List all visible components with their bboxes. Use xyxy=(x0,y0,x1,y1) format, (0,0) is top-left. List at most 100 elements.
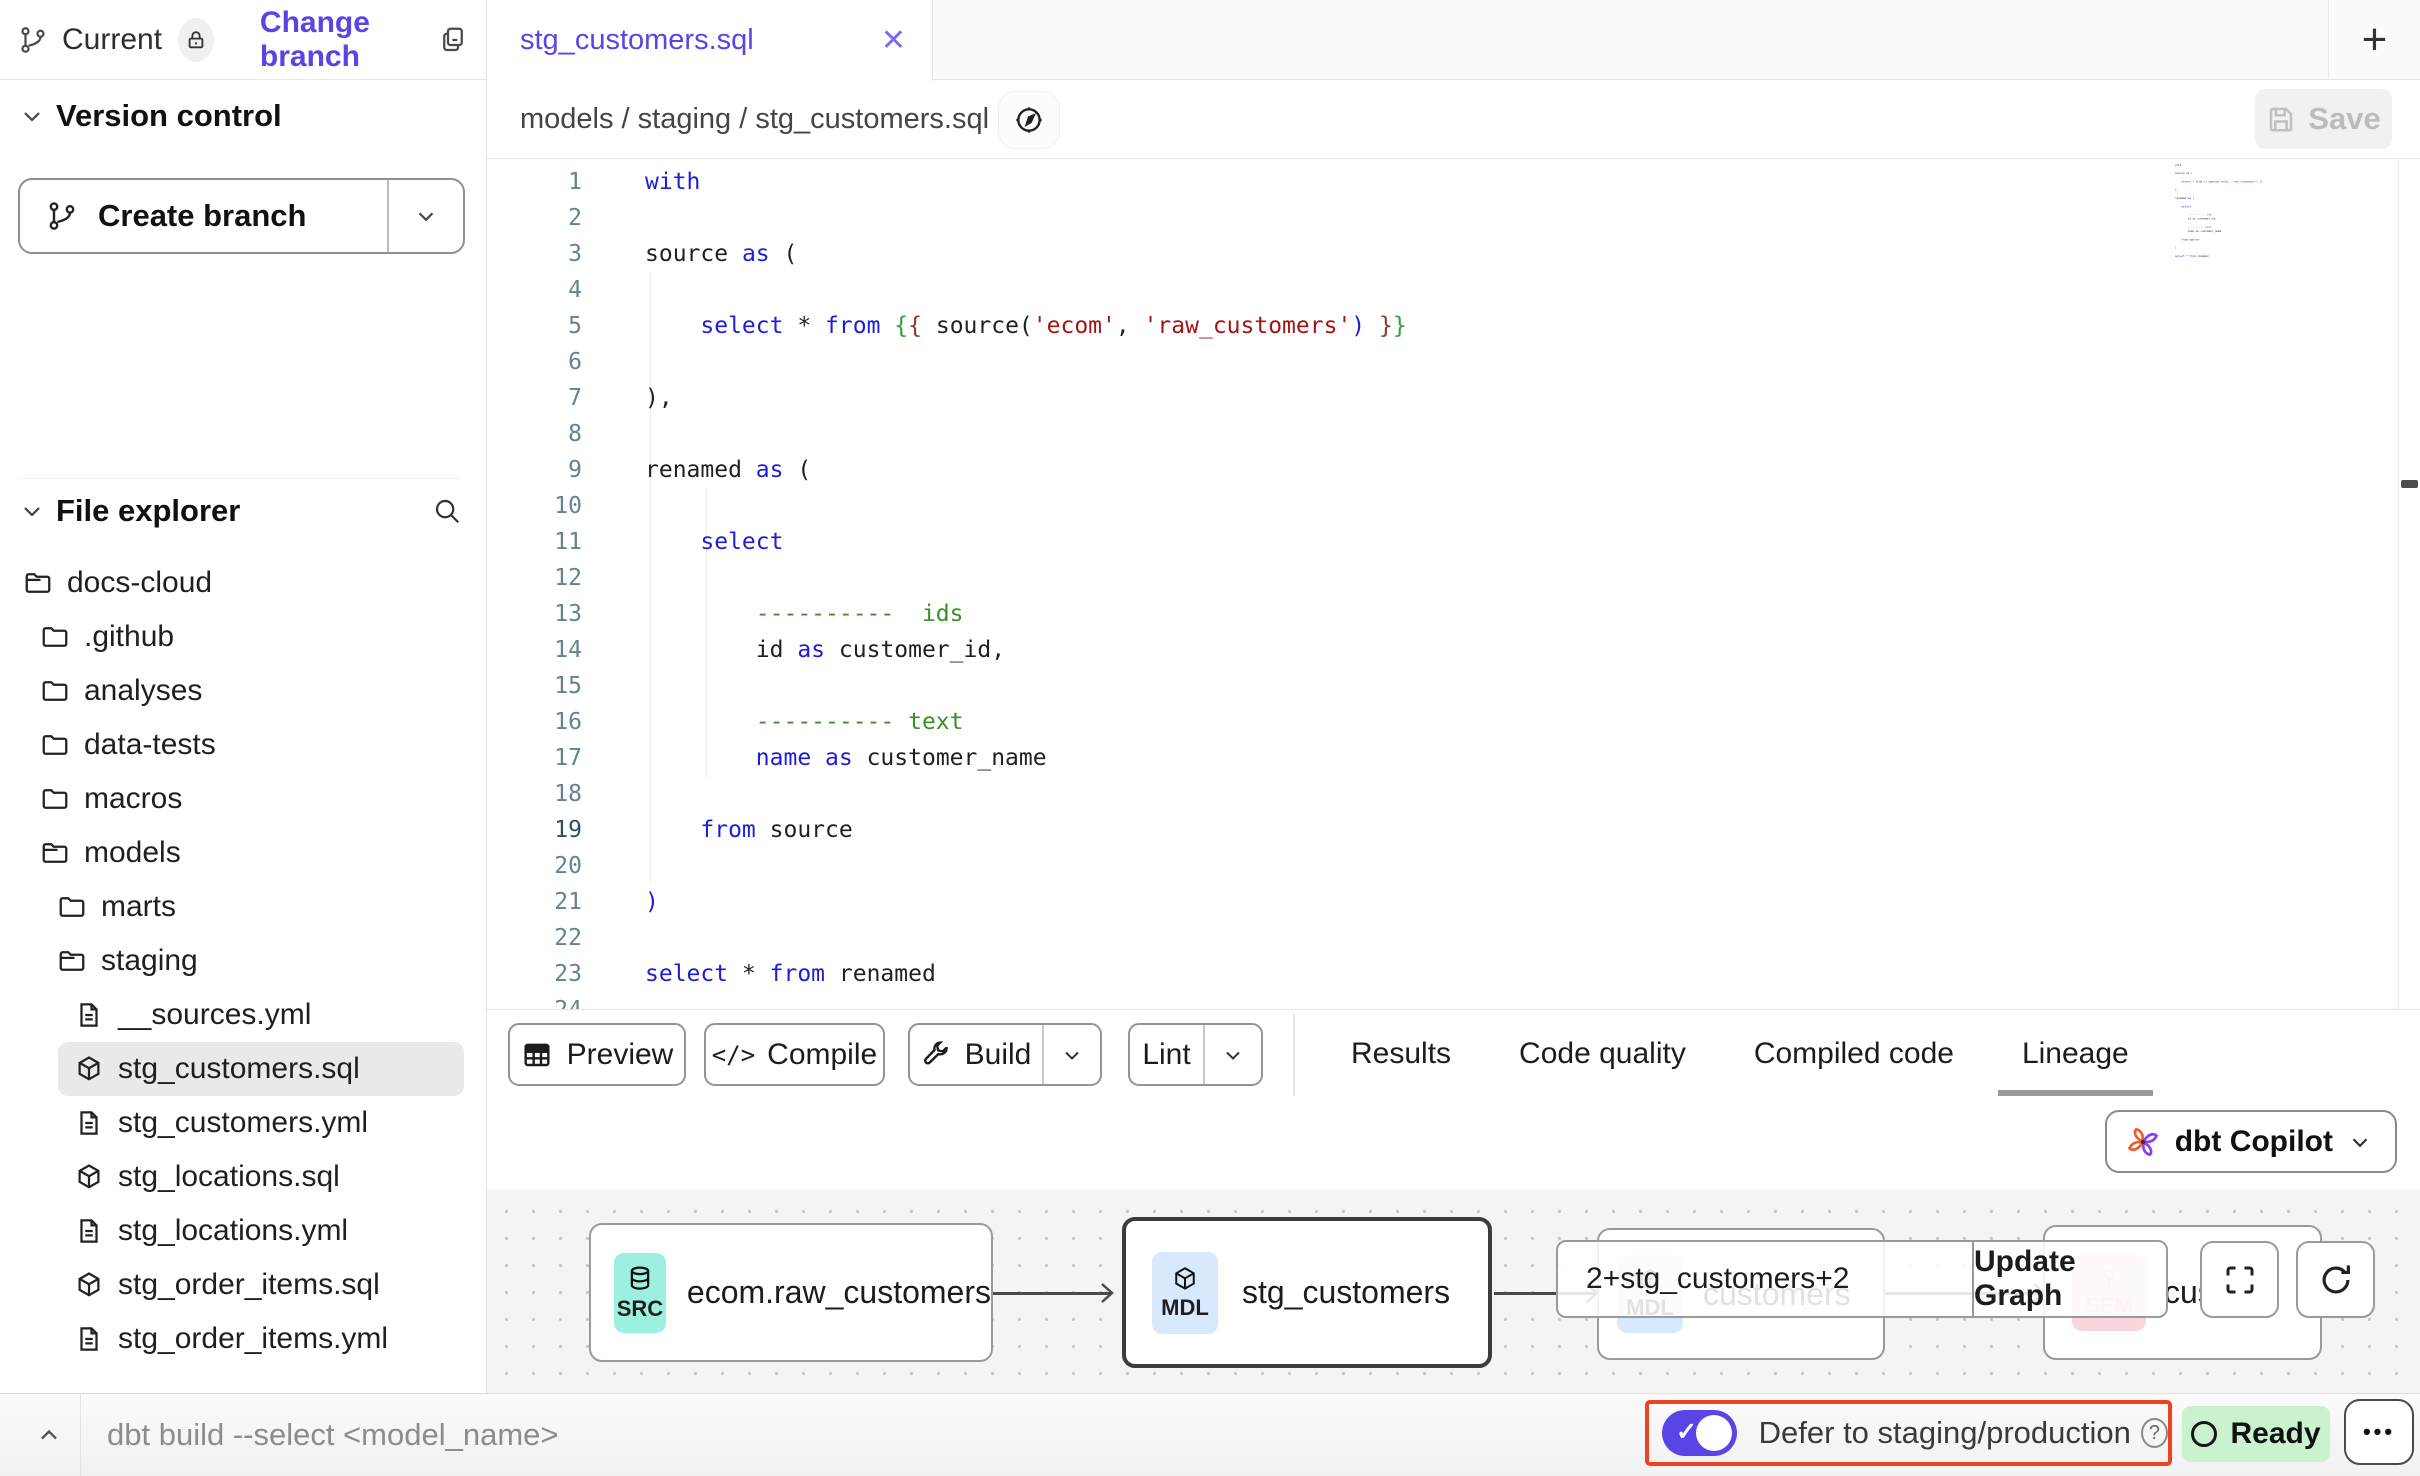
panel-tab-code-quality[interactable]: Code quality xyxy=(1513,1037,1692,1071)
editor-scrollbar[interactable] xyxy=(2398,159,2420,1009)
current-branch-label: Current xyxy=(62,23,162,57)
code-line xyxy=(645,200,2390,236)
panel-tab-results[interactable]: Results xyxy=(1345,1037,1457,1071)
scrollbar-thumb[interactable] xyxy=(2401,480,2418,488)
chevron-down-icon xyxy=(2347,1129,2373,1155)
chevron-down-icon xyxy=(20,499,44,523)
create-branch-dropdown[interactable] xyxy=(387,180,463,252)
save-button[interactable]: Save xyxy=(2255,89,2392,149)
line-number: 11 xyxy=(487,524,582,560)
lock-icon xyxy=(185,29,207,51)
code-editor[interactable]: 123456789101112131415161718192021222324 … xyxy=(487,159,2420,1009)
badge-label: SRC xyxy=(617,1296,663,1322)
file-tree-item-stg-customers-sql[interactable]: stg_customers.sql xyxy=(58,1042,464,1096)
code-line xyxy=(645,344,2390,380)
save-label: Save xyxy=(2308,101,2380,137)
badge-label: MDL xyxy=(1161,1295,1209,1321)
git-branch-icon xyxy=(18,25,48,55)
toolbar-divider xyxy=(1293,1014,1295,1096)
close-icon[interactable]: ✕ xyxy=(881,26,906,56)
version-control-header[interactable]: Version control xyxy=(20,98,466,134)
file-tree-item-stg-locations-sql[interactable]: stg_locations.sql xyxy=(0,1150,478,1204)
code-icon: </> xyxy=(712,1041,755,1069)
compile-label: Compile xyxy=(767,1038,877,1072)
refresh-icon xyxy=(2317,1261,2355,1299)
status-label: Ready xyxy=(2230,1417,2320,1451)
copy-icon[interactable] xyxy=(438,25,468,55)
file-tree-item--sources-yml[interactable]: __sources.yml xyxy=(0,988,478,1042)
line-number: 2 xyxy=(487,200,582,236)
defer-label: Defer to staging/production xyxy=(1759,1415,2131,1451)
build-button[interactable]: Build xyxy=(910,1025,1042,1084)
wrench-icon xyxy=(921,1040,951,1070)
code-content[interactable]: withsource as ( select * from {{ source(… xyxy=(645,164,2390,1009)
command-bar: ✓ Defer to staging/production ? Ready ••… xyxy=(0,1393,2420,1476)
file-tree-item-data-tests[interactable]: data-tests xyxy=(0,718,478,772)
file-explorer-header[interactable]: File explorer xyxy=(20,478,462,529)
tab-label: stg_customers.sql xyxy=(520,24,754,57)
line-number: 4 xyxy=(487,272,582,308)
line-number: 1 xyxy=(487,164,582,200)
preview-label: Preview xyxy=(567,1038,674,1072)
file-tree-item-stg-order-items-yml[interactable]: stg_order_items.yml xyxy=(0,1312,478,1366)
tab-stg-customers-sql[interactable]: stg_customers.sql ✕ xyxy=(487,0,933,81)
save-icon xyxy=(2266,104,2296,134)
chevron-down-icon xyxy=(413,203,439,229)
code-line: ---------- text xyxy=(645,704,2390,740)
file-tree-item-analyses[interactable]: analyses xyxy=(0,664,478,718)
code-line xyxy=(645,560,2390,596)
lineage-node-ecom-raw-customers[interactable]: SRC ecom.raw_customers xyxy=(589,1223,993,1362)
panel-tab-lineage[interactable]: Lineage xyxy=(2016,1037,2135,1071)
folder-open-icon xyxy=(23,568,53,598)
file-tree-item-stg-locations-yml[interactable]: stg_locations.yml xyxy=(0,1204,478,1258)
dbt-copilot-button[interactable]: dbt Copilot xyxy=(2105,1110,2397,1173)
fullscreen-button[interactable] xyxy=(2200,1241,2279,1318)
help-icon[interactable]: ? xyxy=(2141,1418,2168,1448)
lint-button[interactable]: Lint xyxy=(1130,1025,1203,1084)
file-tree-item-docs-cloud[interactable]: docs-cloud xyxy=(0,556,478,610)
preview-button[interactable]: Preview xyxy=(508,1023,686,1086)
new-tab-button[interactable]: + xyxy=(2328,0,2420,80)
navigate-button[interactable] xyxy=(999,92,1059,148)
line-number: 12 xyxy=(487,560,582,596)
file-name: models xyxy=(84,836,181,870)
create-branch-button[interactable]: Create branch xyxy=(18,178,465,254)
file-explorer-title: File explorer xyxy=(56,493,240,529)
update-graph-button[interactable]: Update Graph xyxy=(1972,1242,2166,1316)
file-name: analyses xyxy=(84,674,202,708)
file-tree-item-models[interactable]: models xyxy=(0,826,478,880)
model-badge: MDL xyxy=(1152,1252,1218,1334)
sidebar: Current Change branch Version control xyxy=(0,0,487,1393)
file-tree-item-macros[interactable]: macros xyxy=(0,772,478,826)
lineage-selector-input[interactable] xyxy=(1558,1242,1972,1316)
file-tree-item-staging[interactable]: staging xyxy=(0,934,478,988)
file-name: staging xyxy=(101,944,198,978)
defer-toggle[interactable]: ✓ xyxy=(1662,1410,1737,1456)
source-badge: SRC xyxy=(614,1253,666,1333)
defer-highlight-box: ✓ Defer to staging/production ? xyxy=(1645,1400,2172,1466)
lineage-canvas[interactable]: SRC ecom.raw_customers MDL stg_customers xyxy=(487,1190,2420,1393)
line-number: 7 xyxy=(487,380,582,416)
refresh-button[interactable] xyxy=(2296,1241,2375,1318)
create-branch-main[interactable]: Create branch xyxy=(20,180,387,252)
line-number: 3 xyxy=(487,236,582,272)
lint-dropdown[interactable] xyxy=(1203,1025,1261,1084)
build-dropdown[interactable] xyxy=(1042,1025,1100,1084)
code-line xyxy=(645,272,2390,308)
create-branch-label: Create branch xyxy=(98,198,306,234)
compile-button[interactable]: </> Compile xyxy=(704,1023,885,1086)
node-label: stg_customers xyxy=(1242,1274,1450,1311)
change-branch-link[interactable]: Change branch xyxy=(260,6,438,74)
search-icon[interactable] xyxy=(432,496,462,526)
file-tree-item-marts[interactable]: marts xyxy=(0,880,478,934)
more-options-button[interactable]: ••• xyxy=(2344,1399,2414,1465)
file-tree-item-stg-order-items-sql[interactable]: stg_order_items.sql xyxy=(0,1258,478,1312)
file-tree-item--github[interactable]: .github xyxy=(0,610,478,664)
command-input[interactable] xyxy=(107,1394,1507,1476)
chevron-down-icon xyxy=(1221,1043,1245,1067)
panel-tab-compiled-code[interactable]: Compiled code xyxy=(1748,1037,1960,1071)
file-name: docs-cloud xyxy=(67,566,212,600)
collapse-panel-button[interactable] xyxy=(18,1394,80,1476)
lineage-node-stg-customers[interactable]: MDL stg_customers xyxy=(1122,1217,1492,1368)
file-tree-item-stg-customers-yml[interactable]: stg_customers.yml xyxy=(0,1096,478,1150)
